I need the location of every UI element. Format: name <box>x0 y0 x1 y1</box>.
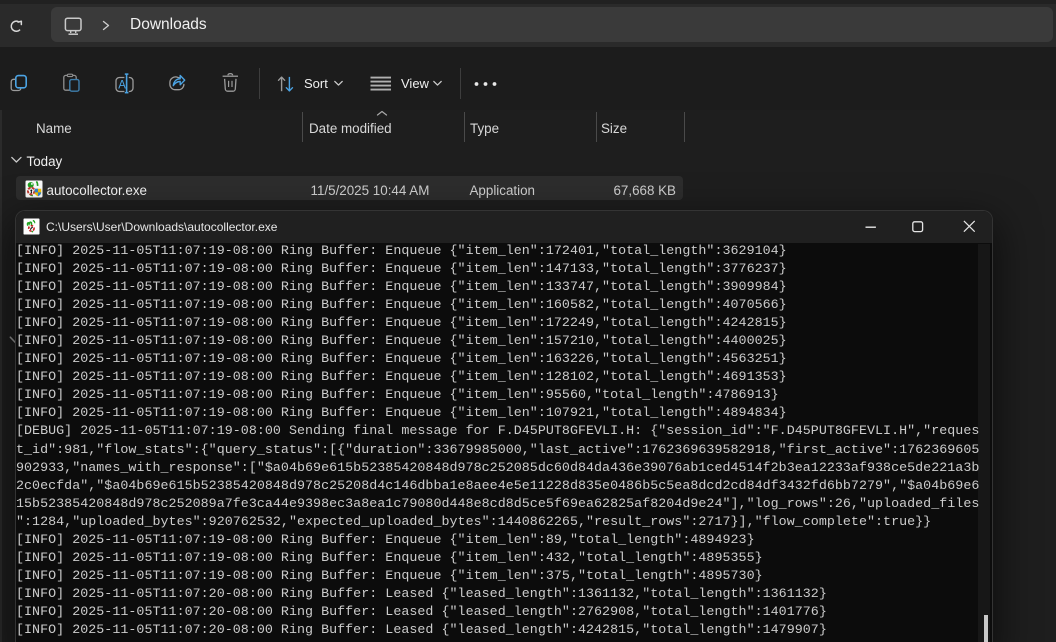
svg-text:A: A <box>118 79 126 91</box>
